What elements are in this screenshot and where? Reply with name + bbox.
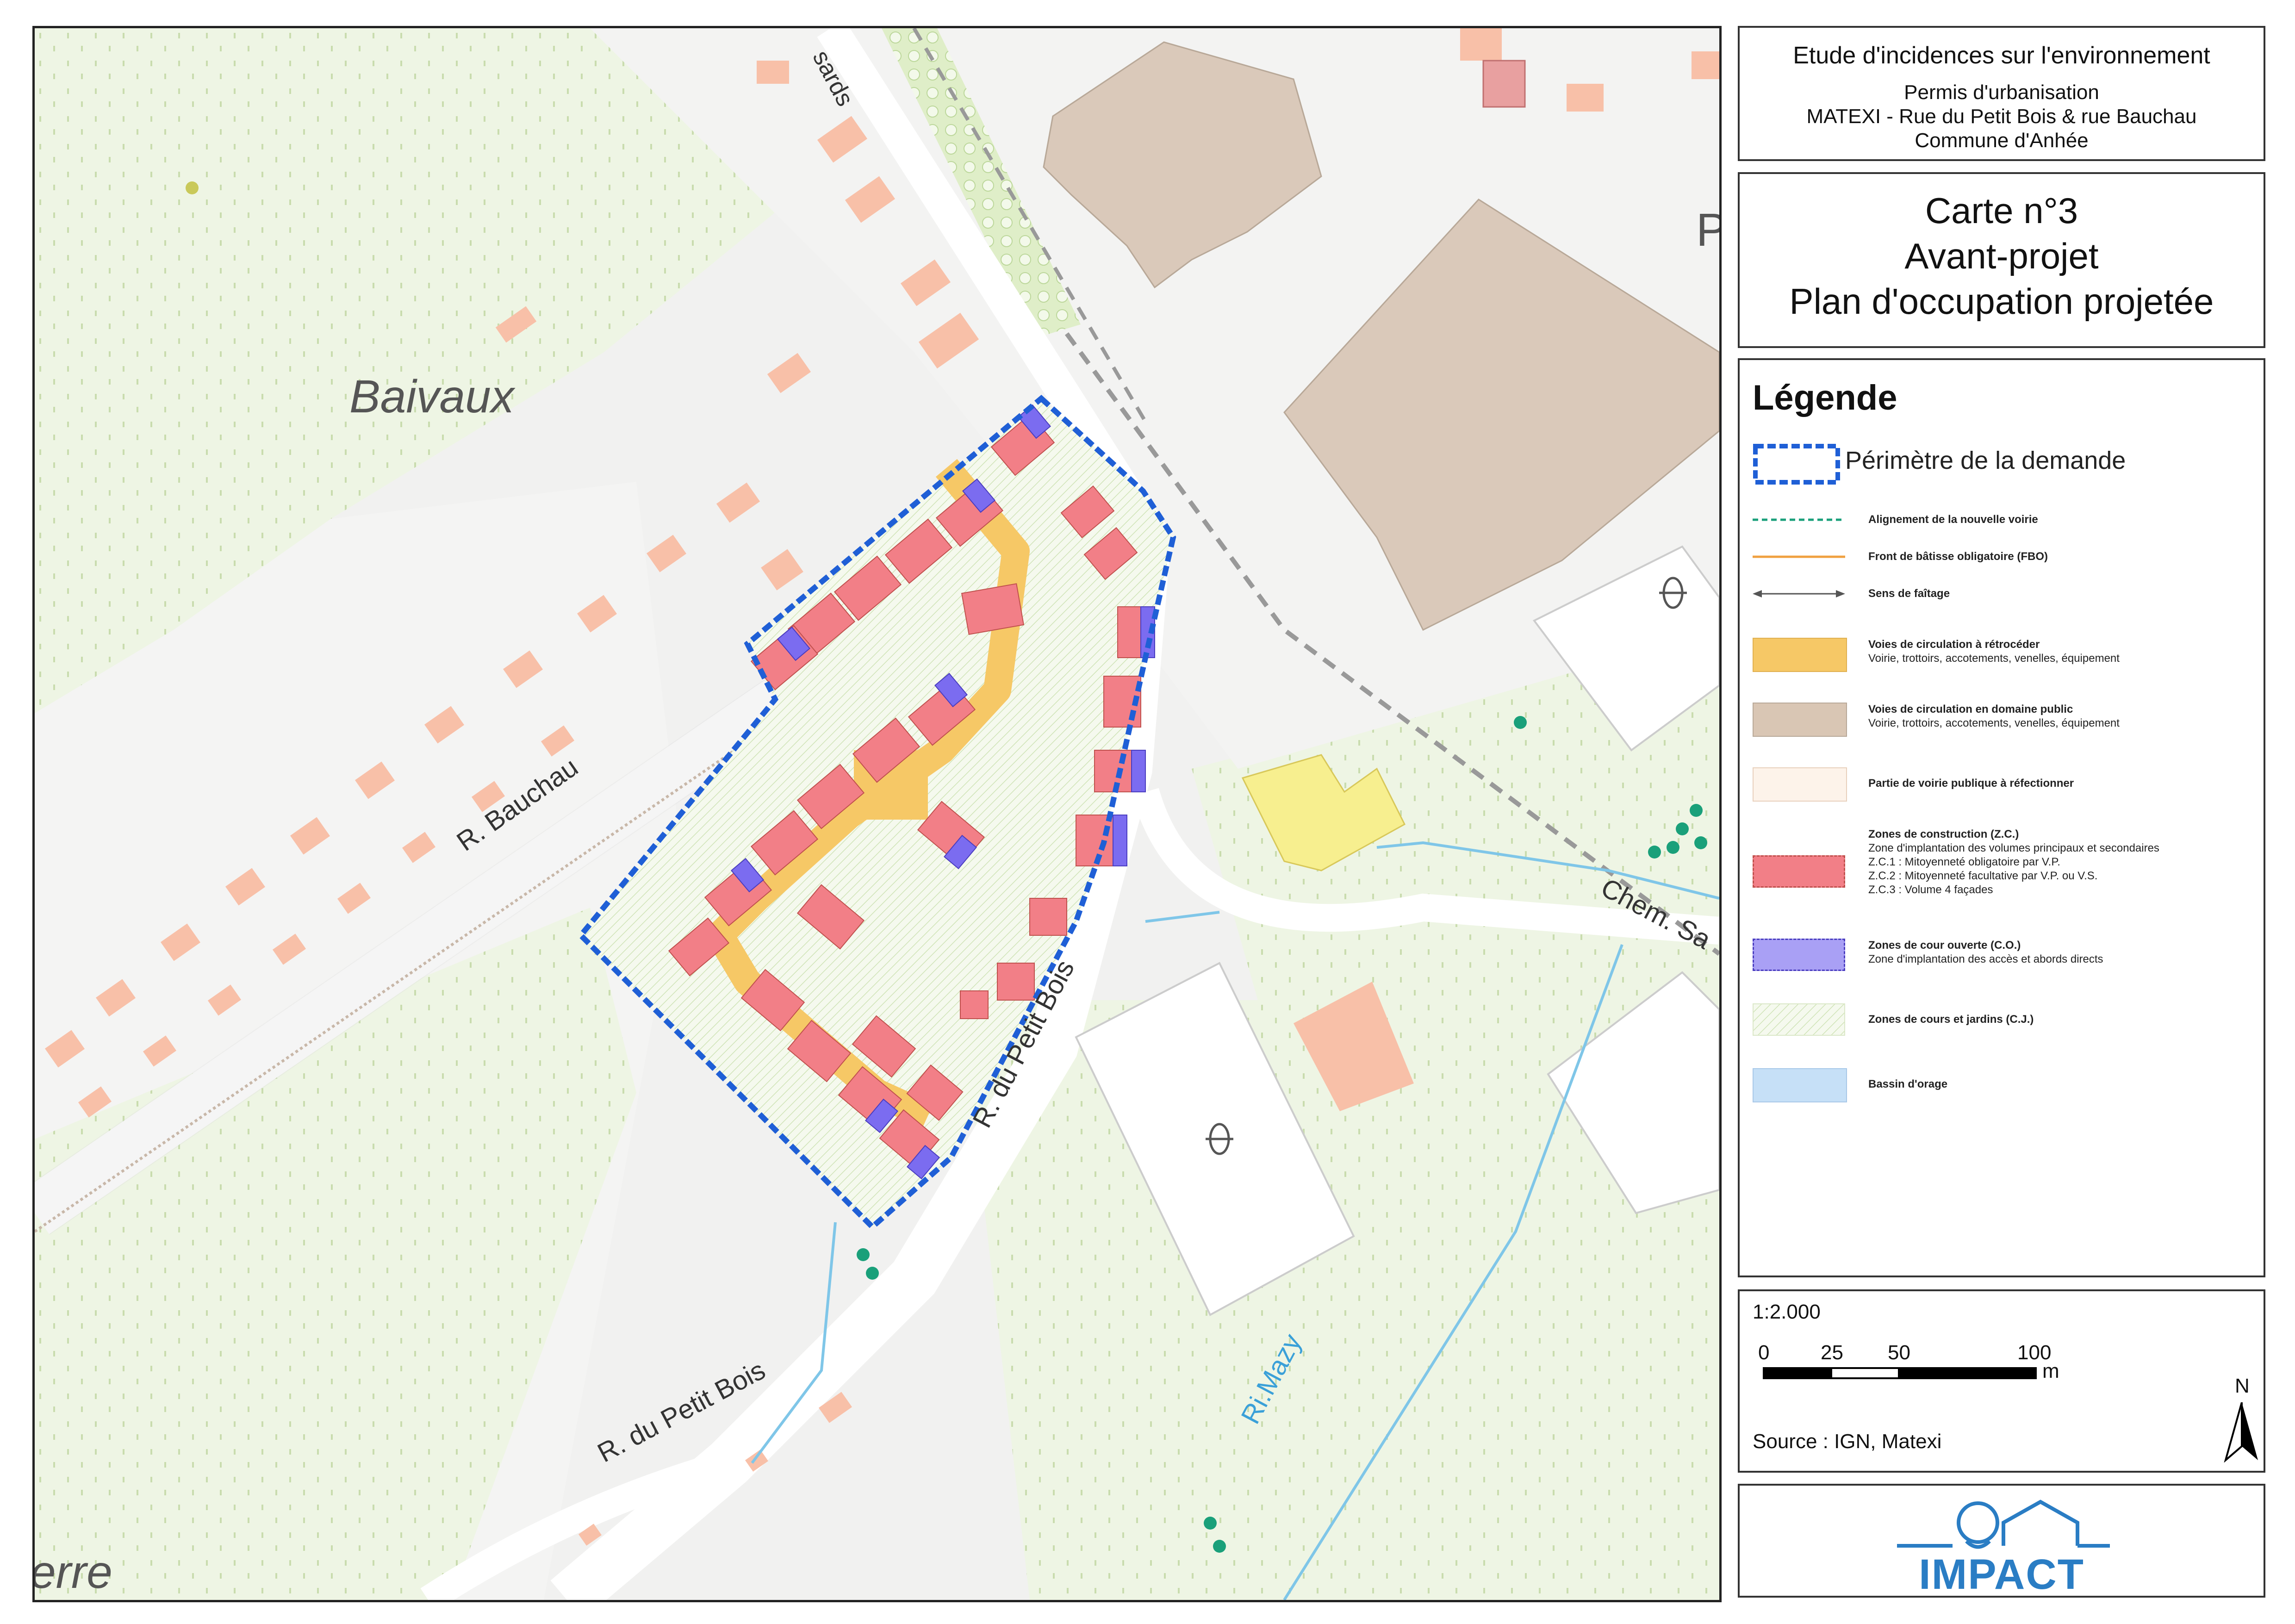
label-p: P	[1696, 204, 1719, 256]
legend-label-refection: Partie de voirie publique à réfectionner	[1868, 777, 2074, 790]
impact-logo-icon	[1897, 1500, 2110, 1549]
scale-unit: m	[2042, 1360, 2059, 1382]
perimeter-swatch	[1753, 444, 1840, 485]
header-commune: Commune d'Anhée	[1915, 129, 2089, 152]
scale-tick-0: 0	[1758, 1341, 1770, 1364]
scale-tick-25: 25	[1821, 1341, 1843, 1364]
scale-bar-segment	[1830, 1367, 1900, 1379]
header-panel: Etude d'incidences sur l'environnement P…	[1738, 26, 2265, 161]
map-view[interactable]: Baivaux R. Bauchau R. du Petit Bois R. d…	[32, 26, 1722, 1602]
logo-panel: IMPACT	[1738, 1484, 2265, 1598]
map-subtitle: Avant-projet	[1904, 236, 2099, 276]
legend-label-fbo: Front de bâtisse obligatoire (FBO)	[1868, 550, 2048, 563]
building-highlight	[1482, 60, 1526, 108]
scale-ratio: 1:2.000	[1753, 1300, 1821, 1323]
north-arrow-icon	[2224, 1402, 2258, 1462]
header-project: MATEXI - Rue du Petit Bois & rue Bauchau	[1806, 105, 2197, 128]
legend-label-bassin: Bassin d'orage	[1868, 1078, 1948, 1090]
legend-label-co: Zones de cour ouverte (C.O.) Zone d'impla…	[1868, 939, 2103, 965]
map-title: Plan d'occupation projetée	[1789, 281, 2214, 322]
label-erre: erre	[35, 1546, 112, 1598]
double-arrow-icon	[1753, 590, 1845, 597]
header-permit: Permis d'urbanisation	[1904, 81, 2099, 104]
source-text: Source : IGN, Matexi	[1753, 1430, 1942, 1453]
legend-label-alignement: Alignement de la nouvelle voirie	[1868, 513, 2038, 526]
header-study: Etude d'incidences sur l'environnement	[1793, 42, 2210, 69]
legend-label-perimetre: Périmètre de la demande	[1845, 447, 2126, 474]
title-panel: Carte n°3 Avant-projet Plan d'occupation…	[1738, 172, 2265, 348]
legend-label-domaine-public: Voies de circulation en domaine public Vo…	[1868, 703, 2120, 729]
scale-panel: 1:2.000 0 25 50 100 m Source : IGN, Mate…	[1738, 1289, 2265, 1473]
map-canvas: Baivaux R. Bauchau R. du Petit Bois R. d…	[35, 28, 1719, 1600]
scale-bar-segment	[1763, 1367, 1832, 1379]
legend-heading: Légende	[1753, 378, 1897, 417]
map-number: Carte n°3	[1925, 190, 2078, 231]
legend-label-zc: Zones de construction (Z.C.) Zone d'impl…	[1868, 828, 2159, 896]
north-label: N	[2235, 1375, 2250, 1397]
legend-label-cj: Zones de cours et jardins (C.J.)	[1868, 1013, 2034, 1026]
scale-tick-50: 50	[1888, 1341, 1910, 1364]
label-baivaux: Baivaux	[349, 371, 516, 423]
legend-panel: Légende Périmètre de la demande Aligneme…	[1738, 358, 2265, 1277]
legend-label-retroceder: Voies de circulation à rétrocéder Voirie,…	[1868, 638, 2120, 665]
logo-text: IMPACT	[1919, 1551, 2084, 1598]
legend-label-faitage: Sens de faîtage	[1868, 587, 1950, 600]
scale-bar-segment	[1898, 1367, 2037, 1379]
